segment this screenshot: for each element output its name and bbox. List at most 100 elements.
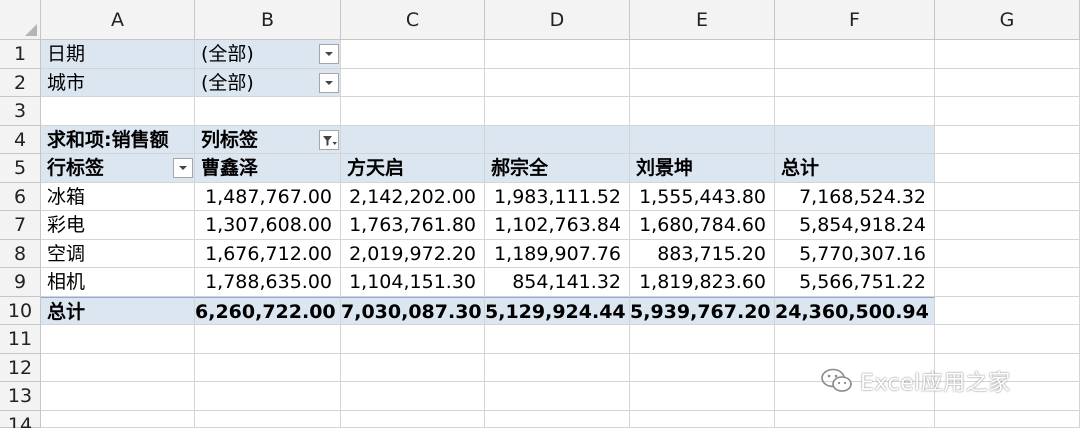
pivot-value-cell[interactable]: 1,983,111.52 [485, 182, 630, 211]
empty-cell[interactable] [41, 97, 195, 126]
pivot-value-cell[interactable]: 1,189,907.76 [485, 239, 630, 268]
empty-cell[interactable] [195, 382, 341, 411]
pivot-value-label[interactable]: 求和项:销售额 [41, 125, 195, 154]
row-header-2[interactable]: 2 [0, 68, 41, 97]
pivot-value-cell[interactable]: 5,854,918.24 [775, 211, 935, 240]
pivot-value-cell[interactable]: 5,770,307.16 [775, 239, 935, 268]
pivot-column-header[interactable]: 方天启 [341, 154, 485, 183]
pivot-row-label[interactable]: 空调 [41, 239, 195, 268]
pivot-value-cell[interactable]: 1,680,784.60 [630, 211, 775, 240]
pivot-total-cell[interactable]: 24,360,500.94 [775, 296, 935, 325]
pivot-value-cell[interactable]: 1,307,608.00 [195, 211, 341, 240]
row-header-3[interactable]: 3 [0, 97, 41, 126]
pivot-value-cell[interactable]: 5,566,751.22 [775, 268, 935, 297]
empty-cell[interactable] [935, 97, 1080, 126]
empty-cell[interactable] [630, 410, 775, 428]
empty-cell[interactable] [41, 353, 195, 382]
empty-cell[interactable] [630, 40, 775, 69]
empty-cell[interactable] [935, 211, 1080, 240]
empty-cell[interactable] [341, 325, 485, 354]
row-header-13[interactable]: 13 [0, 382, 41, 411]
empty-cell[interactable] [935, 154, 1080, 183]
empty-cell[interactable] [935, 410, 1080, 428]
column-header-c[interactable]: C [341, 0, 485, 40]
column-header-g[interactable]: G [935, 0, 1080, 40]
column-header-d[interactable]: D [485, 0, 630, 40]
pivot-value-cell[interactable]: 854,141.32 [485, 268, 630, 297]
filter-label-cell[interactable]: 城市 [41, 68, 195, 97]
pivot-value-cell[interactable]: 1,102,763.84 [485, 211, 630, 240]
empty-cell[interactable] [485, 382, 630, 411]
empty-cell[interactable] [341, 40, 485, 69]
pivot-value-cell[interactable]: 1,788,635.00 [195, 268, 341, 297]
pivot-column-header[interactable]: 总计 [775, 154, 935, 183]
column-filter-button[interactable] [319, 129, 339, 150]
empty-cell[interactable] [935, 268, 1080, 297]
empty-cell[interactable] [195, 410, 341, 428]
pivot-column-header[interactable]: 刘景坤 [630, 154, 775, 183]
row-header-6[interactable]: 6 [0, 182, 41, 211]
pivot-row-labels-caption[interactable]: 行标签 [41, 154, 195, 183]
empty-cell[interactable] [41, 325, 195, 354]
row-header-4[interactable]: 4 [0, 125, 41, 154]
pivot-column-header[interactable]: 曹鑫泽 [195, 154, 341, 183]
pivot-row-label[interactable]: 冰箱 [41, 182, 195, 211]
empty-cell[interactable] [775, 97, 935, 126]
empty-cell[interactable] [630, 97, 775, 126]
pivot-total-cell[interactable]: 7,030,087.30 [341, 296, 485, 325]
pivot-value-cell[interactable]: 2,019,972.20 [341, 239, 485, 268]
empty-cell[interactable] [630, 325, 775, 354]
pivot-value-cell[interactable]: 1,763,761.80 [341, 211, 485, 240]
row-header-7[interactable]: 7 [0, 211, 41, 240]
column-header-a[interactable]: A [41, 0, 195, 40]
empty-cell[interactable] [630, 353, 775, 382]
empty-cell[interactable] [195, 353, 341, 382]
row-header-12[interactable]: 12 [0, 353, 41, 382]
pivot-header-cell[interactable] [485, 125, 630, 154]
empty-cell[interactable] [341, 382, 485, 411]
empty-cell[interactable] [41, 382, 195, 411]
empty-cell[interactable] [935, 182, 1080, 211]
pivot-value-cell[interactable]: 1,819,823.60 [630, 268, 775, 297]
empty-cell[interactable] [341, 97, 485, 126]
empty-cell[interactable] [195, 325, 341, 354]
pivot-value-cell[interactable]: 7,168,524.32 [775, 182, 935, 211]
pivot-value-cell[interactable]: 2,142,202.00 [341, 182, 485, 211]
column-header-f[interactable]: F [775, 0, 935, 40]
empty-cell[interactable] [935, 125, 1080, 154]
empty-cell[interactable] [485, 97, 630, 126]
pivot-total-label[interactable]: 总计 [41, 296, 195, 325]
pivot-value-cell[interactable]: 883,715.20 [630, 239, 775, 268]
empty-cell[interactable] [341, 68, 485, 97]
empty-cell[interactable] [775, 40, 935, 69]
empty-cell[interactable] [485, 325, 630, 354]
pivot-row-label[interactable]: 相机 [41, 268, 195, 297]
empty-cell[interactable] [935, 296, 1080, 325]
empty-cell[interactable] [775, 325, 935, 354]
pivot-value-cell[interactable]: 1,676,712.00 [195, 239, 341, 268]
pivot-total-cell[interactable]: 5,129,924.44 [485, 296, 630, 325]
pivot-header-cell[interactable] [775, 125, 935, 154]
empty-cell[interactable] [485, 40, 630, 69]
row-header-10[interactable]: 10 [0, 296, 41, 325]
row-header-5[interactable]: 5 [0, 154, 41, 183]
row-header-8[interactable]: 8 [0, 239, 41, 268]
pivot-value-cell[interactable]: 1,104,151.30 [341, 268, 485, 297]
empty-cell[interactable] [630, 382, 775, 411]
row-header-11[interactable]: 11 [0, 325, 41, 354]
empty-cell[interactable] [41, 410, 195, 428]
empty-cell[interactable] [195, 97, 341, 126]
pivot-total-cell[interactable]: 6,260,722.00 [195, 296, 341, 325]
empty-cell[interactable] [775, 410, 935, 428]
row-filter-button[interactable] [173, 158, 193, 178]
empty-cell[interactable] [485, 353, 630, 382]
empty-cell[interactable] [341, 410, 485, 428]
empty-cell[interactable] [935, 239, 1080, 268]
column-header-e[interactable]: E [630, 0, 775, 40]
empty-cell[interactable] [485, 410, 630, 428]
empty-cell[interactable] [935, 68, 1080, 97]
row-header-14[interactable]: 14 [0, 410, 41, 428]
pivot-value-cell[interactable]: 1,555,443.80 [630, 182, 775, 211]
empty-cell[interactable] [485, 68, 630, 97]
filter-dropdown-button[interactable] [319, 44, 339, 64]
